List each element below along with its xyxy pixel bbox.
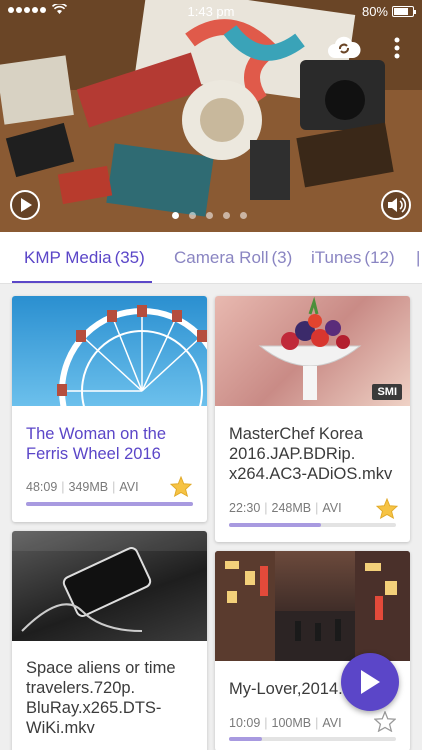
- tab-count: (35): [114, 248, 145, 267]
- favorite-star-icon[interactable]: [376, 498, 398, 519]
- media-title: Space aliens or time travelers.720p. Blu…: [26, 659, 176, 737]
- status-time: 1:43 pm: [187, 4, 235, 19]
- video-thumbnail: [215, 551, 410, 661]
- media-meta: 48:09 | 349MB | AVI: [26, 480, 139, 494]
- media-format: AVI: [322, 716, 342, 730]
- media-title: The Woman on the Ferris Wheel 2016: [26, 425, 167, 463]
- more-vertical-icon[interactable]: [388, 34, 406, 62]
- media-format: AVI: [322, 501, 342, 515]
- tab-label: Camera Roll: [174, 248, 269, 267]
- battery-percent: 80%: [361, 4, 388, 19]
- media-meta: 22:30 | 248MB | AVI: [229, 501, 342, 515]
- tab-next-partial[interactable]: |: [416, 248, 420, 268]
- play-icon: [361, 670, 380, 694]
- video-thumbnail: [12, 296, 207, 406]
- pager-dot[interactable]: [223, 212, 230, 219]
- media-card[interactable]: The Woman on the Ferris Wheel 2016 48:09…: [12, 296, 207, 522]
- media-meta: 10:09 | 100MB | AVI: [229, 716, 342, 730]
- video-thumbnail: [12, 531, 207, 641]
- hero-banner[interactable]: 1:43 pm 80%: [0, 0, 422, 232]
- watch-progress-bar: [229, 737, 396, 741]
- pager-dot[interactable]: [172, 212, 179, 219]
- media-duration: 48:09: [26, 480, 58, 494]
- media-card[interactable]: My-Lover,2014.mkv 10:09 | 100MB | AVI: [215, 551, 410, 750]
- tab-itunes[interactable]: iTunes (12): [311, 248, 395, 268]
- media-size: 248MB: [271, 501, 312, 515]
- status-bar: 1:43 pm 80%: [0, 0, 422, 22]
- video-thumbnail: SMI: [215, 296, 410, 406]
- media-size: 349MB: [68, 480, 109, 494]
- tab-count: (3): [271, 248, 293, 267]
- favorite-star-icon[interactable]: [170, 476, 192, 497]
- play-fab-button[interactable]: [341, 653, 399, 711]
- watch-progress-bar: [229, 523, 396, 527]
- volume-icon[interactable]: [380, 189, 412, 221]
- media-size: 100MB: [271, 716, 312, 730]
- pager-dot[interactable]: [240, 212, 247, 219]
- app-root: 1:43 pm 80% KMP Media (35) Camera Roll (…: [0, 0, 422, 750]
- pager-dot[interactable]: [189, 212, 196, 219]
- hero-pager[interactable]: [172, 212, 247, 219]
- media-card[interactable]: Space aliens or time travelers.720p. Blu…: [12, 531, 207, 750]
- watch-progress-bar: [26, 502, 193, 506]
- tab-label: iTunes: [311, 248, 362, 267]
- media-title: MasterChef Korea 2016.JAP.BDRip. x264.AC…: [229, 425, 393, 483]
- cloud-sync-icon[interactable]: [326, 33, 362, 61]
- media-duration: 22:30: [229, 501, 261, 515]
- tab-count: (12): [364, 248, 395, 267]
- media-format: AVI: [119, 480, 139, 494]
- tab-label: KMP Media: [24, 248, 112, 267]
- media-source-tabs: KMP Media (35) Camera Roll (3) iTunes (12) …: [0, 232, 422, 284]
- subtitle-badge: SMI: [372, 384, 402, 400]
- pager-dot[interactable]: [206, 212, 213, 219]
- favorite-star-outline-icon[interactable]: [374, 711, 396, 732]
- battery-icon: [392, 6, 416, 17]
- tab-camera-roll[interactable]: Camera Roll (3): [174, 248, 292, 268]
- media-card[interactable]: SMI MasterChef Korea 2016.JAP.BDRip. x26…: [215, 296, 410, 542]
- play-circle-icon[interactable]: [9, 189, 41, 221]
- media-duration: 10:09: [229, 716, 261, 730]
- active-tab-indicator: [12, 281, 152, 283]
- tab-kmp-media[interactable]: KMP Media (35): [24, 248, 145, 268]
